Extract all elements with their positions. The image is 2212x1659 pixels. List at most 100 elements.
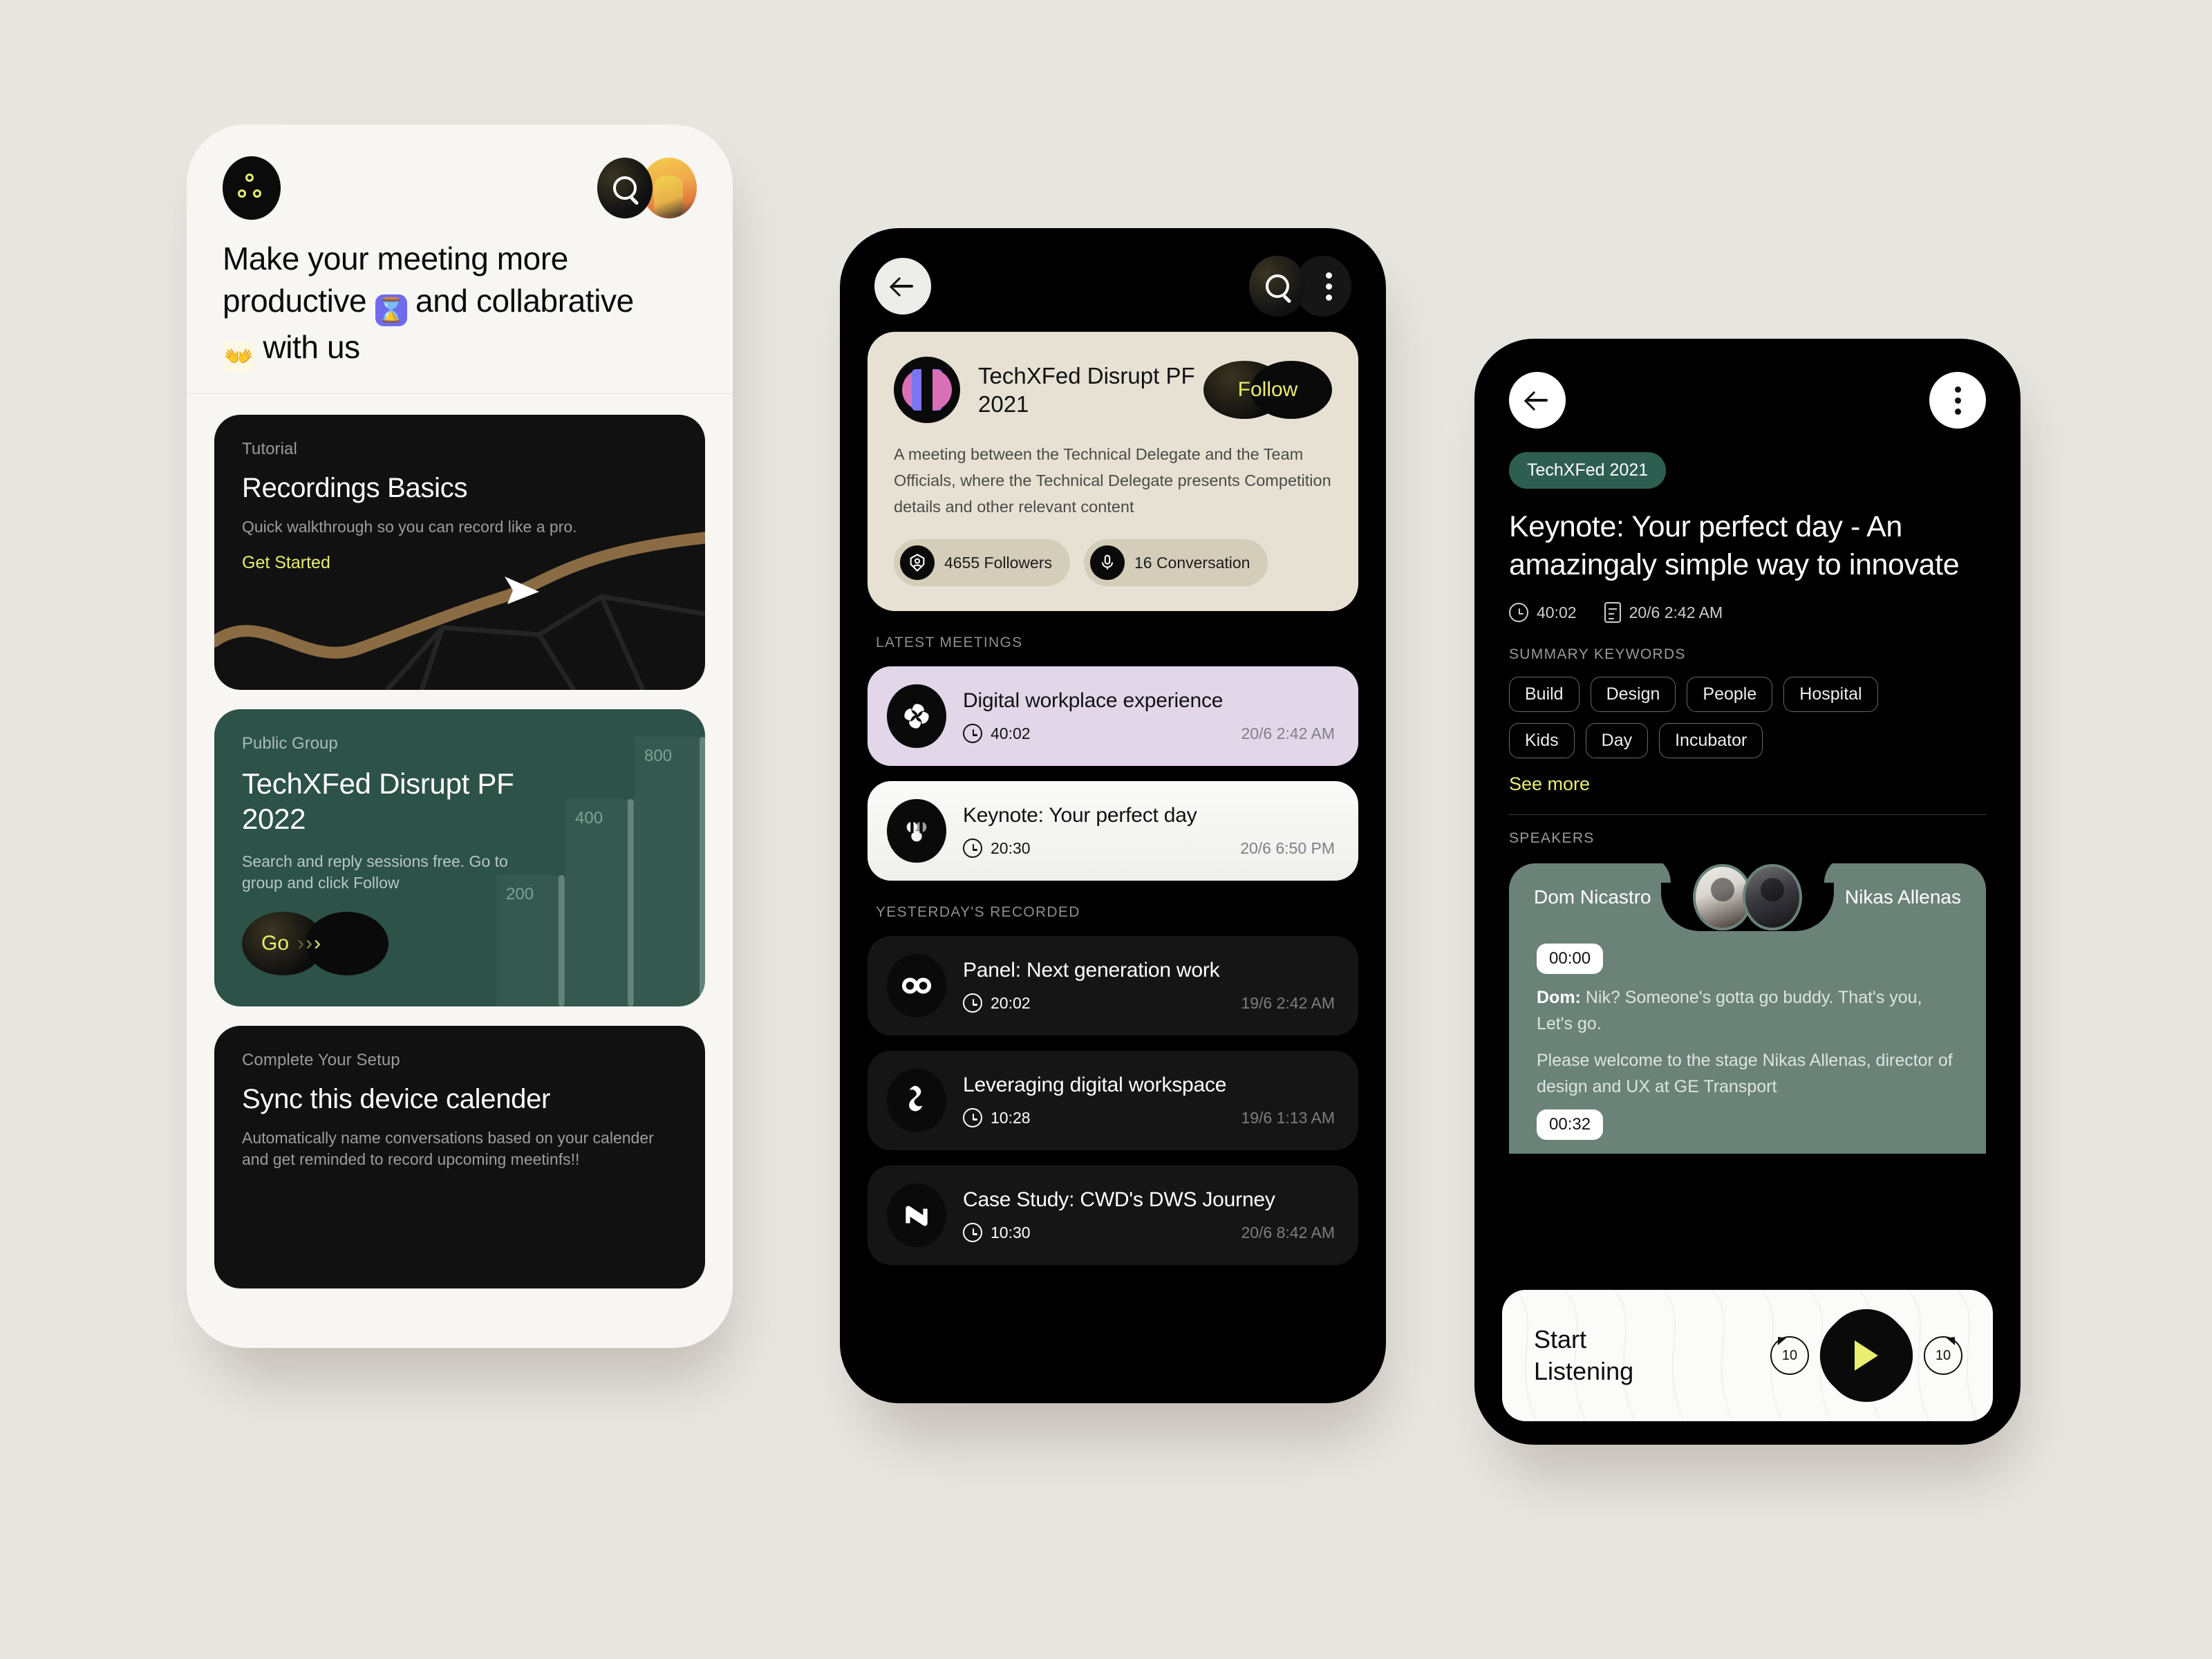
page-title: Make your meeting more productive ⌛ and … bbox=[223, 238, 697, 393]
keyword-chip[interactable]: Build bbox=[1509, 677, 1580, 713]
person-badge-icon bbox=[900, 545, 935, 581]
list-item[interactable]: Case Study: CWD's DWS Journey 10:30 20/6… bbox=[868, 1165, 1358, 1266]
home-card-list: Tutorial Recordings Basics Quick walkthr… bbox=[187, 394, 733, 1316]
follow-button[interactable]: Follow bbox=[1203, 361, 1332, 419]
meeting-title: Digital workplace experience bbox=[963, 689, 1224, 713]
list-item[interactable]: Digital workplace experience 40:02 20/6 … bbox=[868, 666, 1358, 767]
topbar-actions bbox=[1249, 256, 1351, 317]
card-complete-setup[interactable]: Complete Your Setup Sync this device cal… bbox=[214, 1026, 705, 1289]
keyword-chip[interactable]: Hospital bbox=[1783, 677, 1878, 713]
infinity-icon bbox=[887, 954, 946, 1018]
section-label-latest: LATEST MEETINGS bbox=[876, 635, 1023, 651]
list-item[interactable]: Panel: Next generation work 20:02 19/6 2… bbox=[868, 936, 1358, 1036]
headline-line-1: Make your meeting more bbox=[223, 241, 568, 276]
screenshot-canvas: Make your meeting more productive ⌛ and … bbox=[0, 0, 2212, 1659]
player-controls: 10 10 bbox=[1770, 1292, 1962, 1419]
duration: 40:02 bbox=[1509, 603, 1577, 623]
keyword-list: Build Design People Hospital Kids Day In… bbox=[1509, 677, 1951, 759]
play-button[interactable] bbox=[1803, 1292, 1930, 1419]
status-badge[interactable]: TechXFed 2021 bbox=[1509, 452, 1667, 489]
see-more-link[interactable]: See more bbox=[1509, 774, 1590, 795]
section-label-speakers: SPEAKERS bbox=[1509, 830, 1595, 847]
list-item[interactable]: Leveraging digital workspace 10:28 19/6 … bbox=[868, 1051, 1358, 1151]
chart-bar-label: 400 bbox=[575, 809, 603, 828]
phone-screen-home: Make your meeting more productive ⌛ and … bbox=[187, 124, 733, 1348]
n-mark-icon bbox=[887, 1183, 946, 1248]
keyword-chip[interactable]: Day bbox=[1585, 723, 1649, 759]
date: 20/6 2:42 AM bbox=[1604, 602, 1723, 624]
card-subtitle: Quick walkthrough so you can record like… bbox=[242, 518, 577, 536]
player-label-line2: Listening bbox=[1534, 1357, 1634, 1385]
go-button[interactable]: Go › › › bbox=[242, 911, 388, 975]
transcript-icon bbox=[1604, 602, 1621, 624]
transcript: 00:00 Dom: Nik? Someone's gotta go buddy… bbox=[1509, 931, 1986, 1154]
meeting-title: Leveraging digital workspace bbox=[963, 1074, 1227, 1097]
card-title: Sync this device calender bbox=[242, 1084, 551, 1115]
pinwheel-icon bbox=[887, 684, 946, 749]
home-topbar bbox=[223, 156, 697, 220]
transcript-line: Nik: A lot of people in life are going t… bbox=[1537, 1151, 1958, 1154]
keyword-chip[interactable]: Incubator bbox=[1659, 723, 1763, 759]
group-avatar-icon bbox=[894, 357, 960, 423]
headline-line-2: productive bbox=[223, 283, 367, 319]
group-topbar bbox=[840, 228, 1386, 317]
card-eyebrow: Complete Your Setup bbox=[242, 1051, 400, 1070]
group-hero-card: TechXFed Disrupt PF 2021 Follow A meetin… bbox=[868, 332, 1358, 612]
audio-player-bar[interactable]: Start Listening 10 10 bbox=[1502, 1290, 1993, 1421]
keyword-chip[interactable]: Kids bbox=[1509, 723, 1575, 759]
avatar bbox=[1743, 864, 1802, 931]
phone-screen-detail: TechXFed 2021 Keynote: Your perfect day … bbox=[1474, 339, 2021, 1445]
search-icon[interactable] bbox=[597, 158, 653, 218]
card-subtitle: Automatically name conversations based o… bbox=[242, 1129, 654, 1169]
app-logo-icon[interactable] bbox=[223, 156, 281, 220]
speakers-transcript-card: Dom Nicastro Nikas Allenas 00:00 Dom: Ni… bbox=[1509, 863, 1986, 1154]
player-label: Start Listening bbox=[1534, 1324, 1633, 1387]
meeting-date: 20/6 2:42 AM bbox=[1241, 724, 1335, 742]
chart-bar: 400 bbox=[565, 799, 634, 1007]
detail-body: TechXFed 2021 Keynote: Your perfect day … bbox=[1474, 429, 2021, 1154]
meeting-duration: 40:02 bbox=[963, 724, 1031, 744]
clock-icon bbox=[963, 993, 982, 1013]
clock-icon bbox=[963, 838, 982, 859]
followers-chip[interactable]: 4655 Followers bbox=[894, 539, 1070, 587]
get-started-link[interactable]: Get Started bbox=[242, 553, 330, 573]
search-icon[interactable] bbox=[1249, 256, 1306, 317]
transcript-line: Please welcome to the stage Nikas Allena… bbox=[1537, 1051, 1953, 1096]
keyword-chip[interactable]: People bbox=[1687, 677, 1773, 713]
section-label-yesterday: YESTERDAY'S RECORDED bbox=[876, 904, 1080, 921]
topbar-actions bbox=[597, 158, 697, 218]
clock-icon bbox=[963, 1223, 982, 1243]
meeting-title: Case Study: CWD's DWS Journey bbox=[963, 1188, 1275, 1212]
card-tutorial[interactable]: Tutorial Recordings Basics Quick walkthr… bbox=[214, 415, 705, 691]
rewind-10-button[interactable]: 10 bbox=[1770, 1336, 1809, 1375]
card-eyebrow: Tutorial bbox=[242, 440, 297, 459]
chevron-right-icon: › › › bbox=[297, 931, 321, 955]
conversations-chip[interactable]: 16 Conversation bbox=[1083, 539, 1268, 587]
detail-meta: 40:02 20/6 2:42 AM bbox=[1509, 602, 1986, 624]
meeting-date: 19/6 2:42 AM bbox=[1241, 993, 1335, 1012]
forward-10-button[interactable]: 10 bbox=[1924, 1336, 1962, 1375]
card-public-group[interactable]: 200 400 800 Public Group TechXFed Disrup… bbox=[214, 709, 705, 1007]
clock-icon bbox=[963, 724, 982, 744]
meeting-date: 20/6 6:50 PM bbox=[1240, 838, 1335, 857]
timestamp-badge[interactable]: 00:32 bbox=[1537, 1109, 1604, 1141]
timestamp-badge[interactable]: 00:00 bbox=[1537, 944, 1604, 975]
card-eyebrow: Public Group bbox=[242, 734, 338, 753]
card-subtitle: Search and reply sessions free. Go to gr… bbox=[242, 852, 508, 892]
followers-count: 4655 Followers bbox=[944, 553, 1052, 572]
card-title: Recordings Basics bbox=[242, 473, 468, 504]
chart-bar-label: 800 bbox=[644, 747, 673, 766]
conversations-count: 16 Conversation bbox=[1134, 553, 1250, 572]
back-arrow-icon[interactable] bbox=[874, 258, 931, 315]
back-arrow-icon[interactable] bbox=[1509, 372, 1566, 429]
divider bbox=[1509, 814, 1986, 816]
group-description: A meeting between the Technical Delegate… bbox=[894, 445, 1331, 516]
play-icon bbox=[1855, 1340, 1878, 1371]
phone-screen-group: TechXFed Disrupt PF 2021 Follow A meetin… bbox=[840, 228, 1386, 1403]
keyword-chip[interactable]: Design bbox=[1590, 677, 1676, 713]
latest-meetings-list: Digital workplace experience 40:02 20/6 … bbox=[840, 666, 1386, 881]
microphone-icon bbox=[1089, 545, 1125, 581]
yesterday-recorded-list: Panel: Next generation work 20:02 19/6 2… bbox=[840, 936, 1386, 1266]
list-item[interactable]: Keynote: Your perfect day 20:30 20/6 6:5… bbox=[868, 781, 1358, 881]
kebab-menu-icon[interactable] bbox=[1929, 372, 1986, 429]
